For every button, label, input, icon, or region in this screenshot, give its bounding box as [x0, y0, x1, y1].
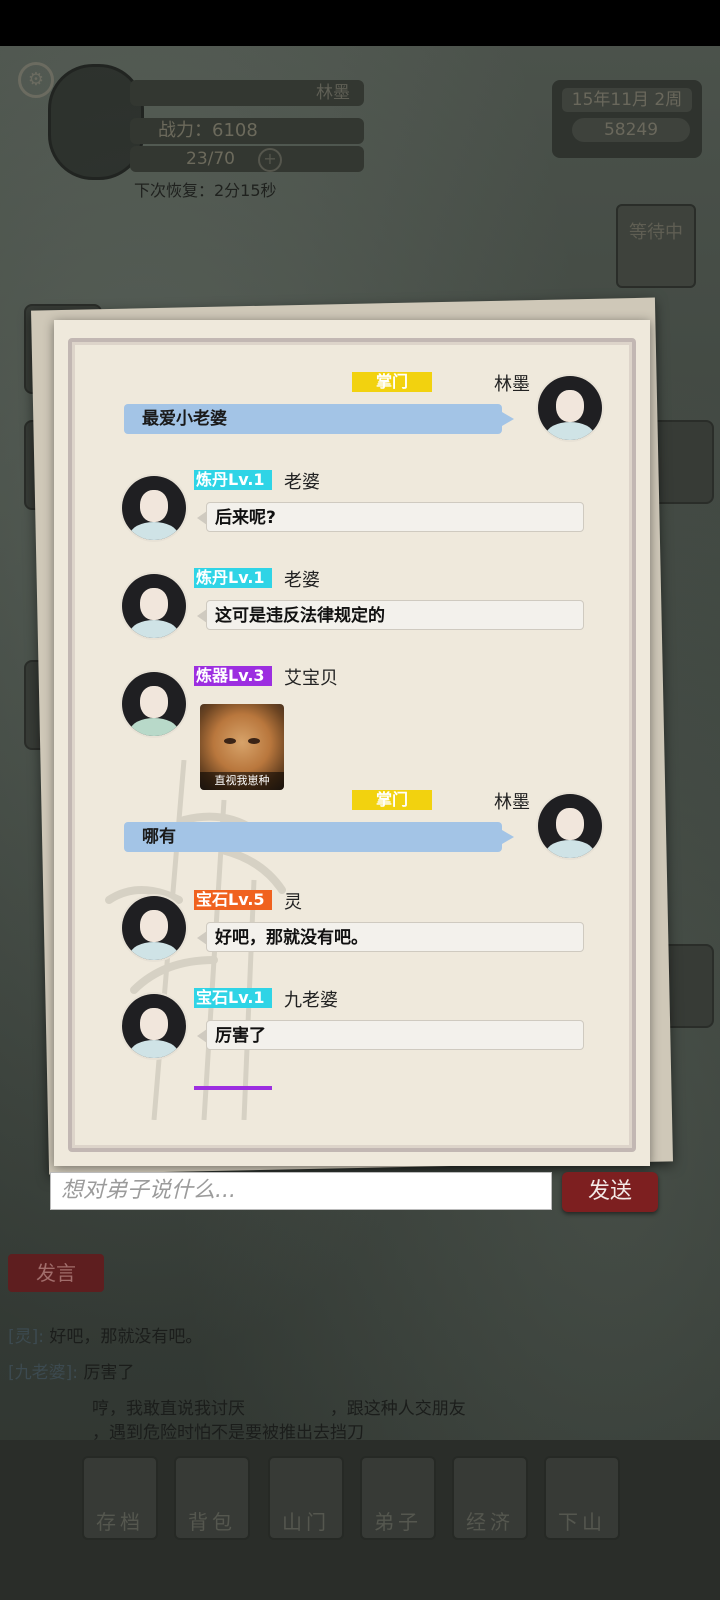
recover-timer: 下次恢复：2分15秒: [134, 181, 277, 200]
message-bubble: 厉害了: [197, 1020, 584, 1050]
player-name: 林墨: [130, 80, 364, 106]
sender-avatar[interactable]: [122, 574, 186, 638]
message-bubble: 后来呢?: [197, 502, 584, 532]
sender-name: 艾宝贝: [284, 668, 338, 689]
energy-bar: 23/70 +: [130, 146, 364, 172]
log-line: [九老婆]: 厉害了: [8, 1358, 134, 1383]
nav-bag-button[interactable]: 背包: [174, 1456, 250, 1540]
sender-name: 林墨: [494, 792, 530, 813]
sender-name: 九老婆: [284, 990, 338, 1011]
log-text: ，跟这种人交朋友: [329, 1399, 466, 1419]
rank-badge: [194, 1086, 272, 1090]
side-button-right-1[interactable]: [650, 420, 714, 504]
speak-button[interactable]: 发言: [8, 1254, 104, 1292]
nav-disciples-button[interactable]: 弟子: [360, 1456, 436, 1540]
sender-name: 林墨: [494, 374, 530, 395]
sender-avatar[interactable]: [538, 376, 602, 440]
sender-avatar[interactable]: [122, 476, 186, 540]
rank-badge: 炼丹Lv.1: [194, 470, 272, 490]
nav-leave-button[interactable]: 下山: [544, 1456, 620, 1540]
rank-badge: 宝石Lv.5: [194, 890, 272, 910]
chat-panel: 掌门 林墨 最爱小老婆 炼丹Lv.1 老婆 后来呢? 炼丹Lv.1 老婆 这可是…: [54, 320, 650, 1166]
message-bubble: 最爱小老婆: [124, 404, 514, 434]
message-bubble: 好吧，那就没有吧。: [197, 922, 584, 952]
game-date: 15年11月 2周: [562, 88, 692, 112]
nav-economy-button[interactable]: 经济: [452, 1456, 528, 1540]
role-badge: 掌门: [352, 372, 432, 392]
log-text: 哼，我敢直说我讨厌: [92, 1399, 245, 1419]
energy-value: 23/70: [186, 149, 235, 169]
status-bar: [0, 0, 720, 46]
rank-badge: 炼器Lv.3: [194, 666, 272, 686]
sender-avatar[interactable]: [538, 794, 602, 858]
chat-message-list[interactable]: 掌门 林墨 最爱小老婆 炼丹Lv.1 老婆 后来呢? 炼丹Lv.1 老婆 这可是…: [54, 320, 650, 1100]
waiting-button[interactable]: 等待中: [616, 204, 696, 288]
log-speaker: [灵]:: [8, 1327, 44, 1347]
settings-gear-icon[interactable]: ⚙: [18, 62, 54, 98]
log-line: 哼，我敢直说我讨厌 ，跟这种人交朋友: [92, 1394, 466, 1419]
log-speaker: [九老婆]:: [8, 1363, 78, 1383]
nav-save-button[interactable]: 存档: [82, 1456, 158, 1540]
log-line: [灵]: 好吧，那就没有吧。: [8, 1322, 202, 1347]
sender-avatar[interactable]: [122, 994, 186, 1058]
sender-avatar[interactable]: [122, 896, 186, 960]
nav-sect-button[interactable]: 山门: [268, 1456, 344, 1540]
rank-badge: 宝石Lv.1: [194, 988, 272, 1008]
cat-sticker-image[interactable]: 直视我崽种: [200, 704, 284, 790]
message-bubble: 这可是违反法律规定的: [197, 600, 584, 630]
role-badge: 掌门: [352, 790, 432, 810]
sender-name: 老婆: [284, 472, 320, 493]
log-text: 厉害了: [83, 1363, 135, 1383]
gem-count: 58249: [572, 118, 690, 142]
chat-input[interactable]: 想对弟子说什么...: [50, 1172, 552, 1210]
sender-name: 老婆: [284, 570, 320, 591]
sender-name: 灵: [284, 892, 302, 913]
add-energy-icon[interactable]: +: [258, 148, 282, 172]
sender-avatar[interactable]: [122, 672, 186, 736]
send-button[interactable]: 发送: [562, 1172, 658, 1212]
message-bubble: 哪有: [124, 822, 514, 852]
rank-badge: 炼丹Lv.1: [194, 568, 272, 588]
sticker-caption: 直视我崽种: [200, 772, 284, 790]
power-value: 战力：6108: [130, 118, 364, 144]
log-text: 好吧，那就没有吧。: [49, 1327, 203, 1347]
